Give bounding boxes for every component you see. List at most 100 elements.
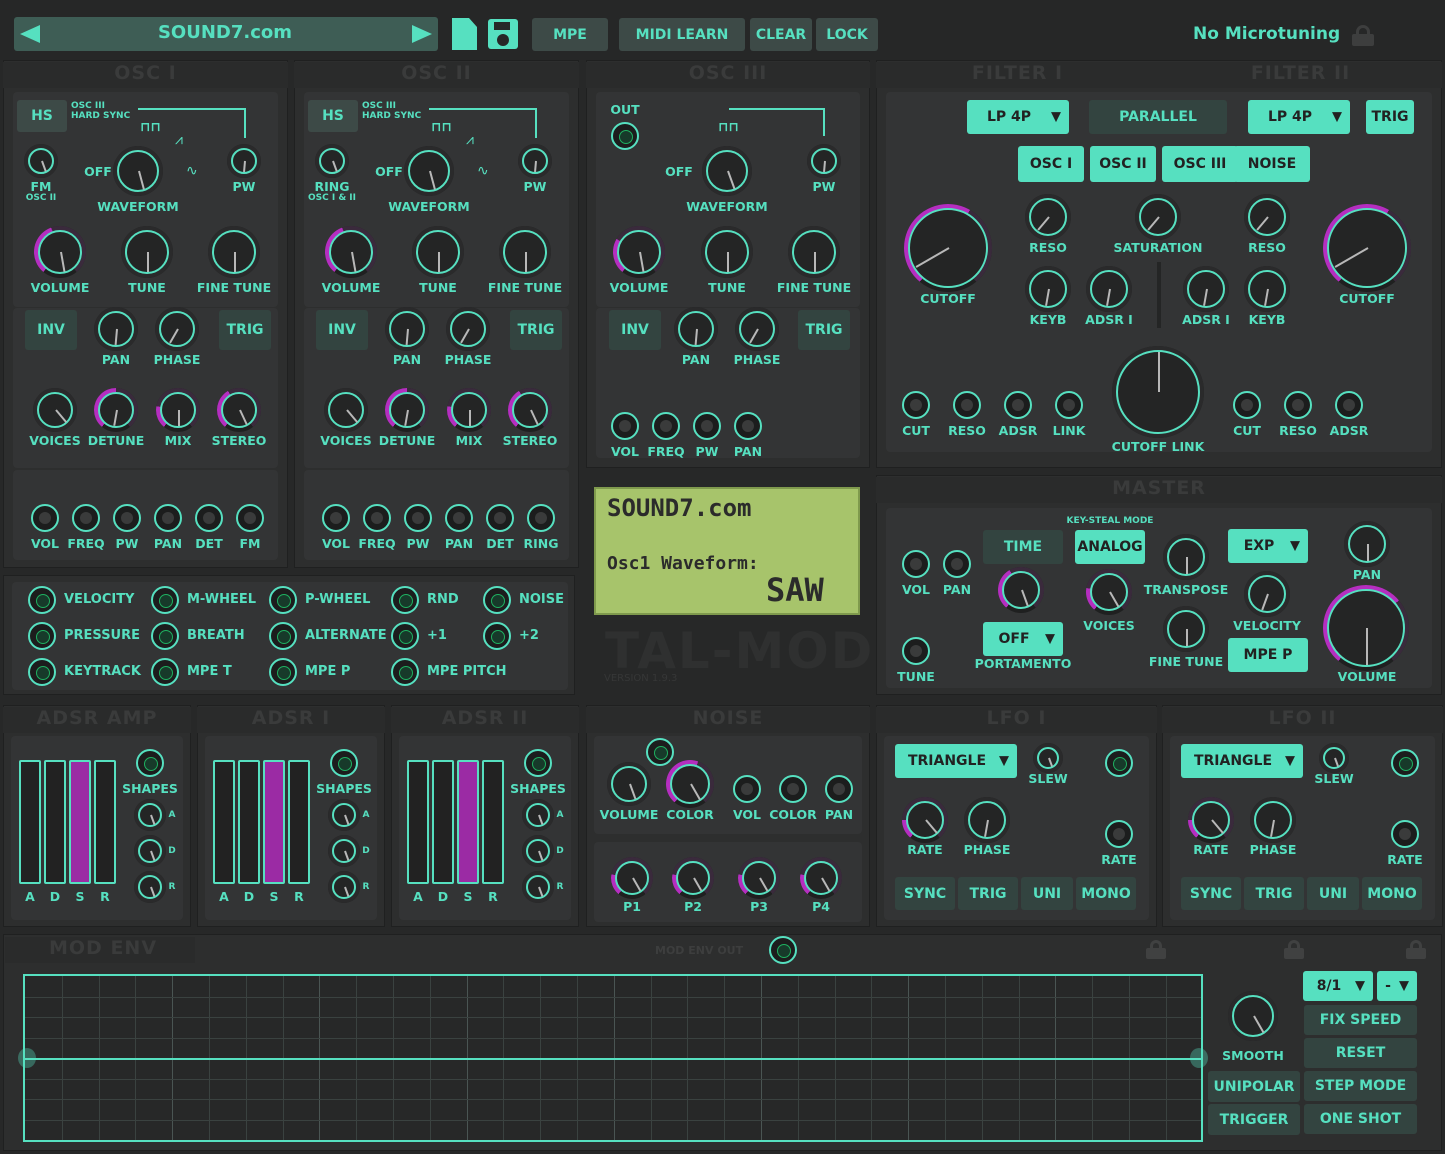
trig-button[interactable]: TRIG (798, 310, 850, 350)
lock-icon[interactable] (1352, 25, 1374, 46)
fine-tune-knob[interactable] (788, 226, 840, 278)
lfo-phase-knob[interactable] (964, 797, 1010, 843)
adsr-fader-a[interactable] (213, 760, 235, 884)
adsr-fader-a[interactable] (407, 760, 429, 884)
lock-icon[interactable] (1146, 940, 1166, 959)
mod-input-jack-pan[interactable] (154, 504, 182, 532)
inv-button[interactable]: INV (609, 310, 661, 350)
speed-mod-dropdown[interactable]: - ▼ (1377, 971, 1417, 1001)
voices-knob[interactable] (1086, 569, 1132, 615)
pan-knob[interactable] (94, 307, 138, 351)
volume-knob[interactable] (34, 226, 86, 278)
envelope-start-handle[interactable] (18, 1048, 36, 1068)
slew-knob[interactable] (1033, 743, 1063, 773)
speed-dropdown[interactable]: 8/1 ▼ (1303, 971, 1373, 1001)
noise-jack-vol[interactable] (733, 775, 761, 803)
tune-knob[interactable] (412, 226, 464, 278)
mod-input-jack-det[interactable] (486, 504, 514, 532)
pw-knob[interactable] (227, 144, 261, 178)
pw-knob[interactable] (518, 144, 552, 178)
mod-source-jack-keytrack[interactable] (28, 658, 56, 686)
shapes-jack[interactable] (524, 749, 552, 777)
mod-source-jack-breath[interactable] (151, 622, 179, 650)
mod-source-jack-rnd[interactable] (391, 586, 419, 614)
volume-knob[interactable] (325, 226, 377, 278)
noise-volume-knob[interactable] (607, 762, 651, 806)
lfo-rate-jack[interactable] (1105, 820, 1133, 848)
phase-knob[interactable] (735, 307, 779, 351)
filter1-reso-knob[interactable] (1025, 194, 1071, 240)
clear-button[interactable]: CLEAR (750, 18, 812, 51)
lfo-sync-button[interactable]: SYNC (895, 877, 955, 910)
macro-knob-p4[interactable] (800, 857, 842, 899)
mod-input-jack-vol[interactable] (611, 412, 639, 440)
mod-input-jack-freq[interactable] (72, 504, 100, 532)
noise-color-knob[interactable] (666, 760, 714, 808)
trigger-button[interactable]: TRIGGER (1208, 1104, 1300, 1135)
master-vol-jack[interactable] (902, 550, 930, 578)
adsr-fader-r[interactable] (482, 760, 504, 884)
mod-input-jack-ring[interactable] (527, 504, 555, 532)
pw-knob[interactable] (807, 144, 841, 178)
hs-button[interactable]: HS (17, 100, 67, 132)
lock-icon[interactable] (1406, 940, 1426, 959)
fix-speed-button[interactable]: FIX SPEED (1304, 1005, 1417, 1035)
analog-button[interactable]: ANALOG (1075, 530, 1145, 564)
adsr-fader-s[interactable] (457, 760, 479, 884)
volume-knob[interactable] (613, 226, 665, 278)
unipolar-button[interactable]: UNIPOLAR (1208, 1071, 1300, 1102)
filter1-jack-cut[interactable] (902, 391, 930, 419)
filter1-keyb-knob[interactable] (1025, 266, 1071, 312)
filter1-jack-reso[interactable] (953, 391, 981, 419)
shapes-jack[interactable] (136, 749, 164, 777)
shape-knob-d[interactable] (522, 835, 554, 867)
adsr-fader-d[interactable] (44, 760, 66, 884)
filter1-jack-link[interactable] (1055, 391, 1083, 419)
lfo-trig-button[interactable]: TRIG (1244, 877, 1304, 910)
filter-mode-button[interactable]: PARALLEL (1089, 100, 1227, 134)
macro-knob-p1[interactable] (611, 857, 653, 899)
hs-button[interactable]: HS (308, 100, 358, 132)
trig-button[interactable]: TRIG (219, 310, 271, 350)
lfo-rate-jack[interactable] (1391, 820, 1419, 848)
mpe-button[interactable]: MPE (532, 18, 608, 51)
voices-knob[interactable] (33, 388, 77, 432)
inv-button[interactable]: INV (25, 310, 77, 350)
adsr-fader-s[interactable] (263, 760, 285, 884)
adsr-fader-s[interactable] (69, 760, 91, 884)
shape-knob-r[interactable] (328, 871, 360, 903)
shape-knob-d[interactable] (328, 835, 360, 867)
filter-source-osc-iii[interactable]: OSC III (1162, 146, 1238, 182)
fine-tune-knob[interactable] (208, 226, 260, 278)
slew-knob[interactable] (1319, 743, 1349, 773)
lfo-out-jack[interactable] (1105, 749, 1133, 777)
filter1-cutoff-knob[interactable] (904, 204, 992, 292)
mix-knob[interactable] (156, 388, 200, 432)
transpose-knob[interactable] (1163, 534, 1209, 580)
step-mode-button[interactable]: STEP MODE (1304, 1071, 1417, 1101)
adsr-fader-d[interactable] (238, 760, 260, 884)
filter1-type-dropdown[interactable]: LP 4P ▼ (967, 100, 1069, 134)
shape-knob-a[interactable] (522, 799, 554, 831)
one-shot-button[interactable]: ONE SHOT (1304, 1104, 1417, 1134)
lock-button[interactable]: LOCK (816, 18, 878, 51)
adsr-fader-d[interactable] (432, 760, 454, 884)
detune-knob[interactable] (385, 388, 429, 432)
mod-source-jack-mpep[interactable] (269, 658, 297, 686)
filter1-adsr-knob[interactable] (1086, 266, 1132, 312)
lfo-uni-button[interactable]: UNI (1307, 877, 1359, 910)
filter2-adsr-knob[interactable] (1183, 266, 1229, 312)
mpe-p-button[interactable]: MPE P (1228, 638, 1308, 672)
reset-button[interactable]: RESET (1304, 1038, 1417, 1068)
mod-source-jack-2[interactable] (483, 622, 511, 650)
lfo-uni-button[interactable]: UNI (1021, 877, 1073, 910)
lfo-mono-button[interactable]: MONO (1362, 877, 1422, 910)
mix-knob[interactable] (447, 388, 491, 432)
noise-out-jack[interactable] (646, 738, 674, 766)
mod-source-jack-alternate[interactable] (269, 622, 297, 650)
ring-knob[interactable] (315, 144, 349, 178)
phase-knob[interactable] (446, 307, 490, 351)
lfo-wave-dropdown[interactable]: TRIANGLE ▼ (895, 744, 1017, 778)
lfo-phase-knob[interactable] (1250, 797, 1296, 843)
portamento-mode-dropdown[interactable]: OFF ▼ (983, 622, 1063, 656)
